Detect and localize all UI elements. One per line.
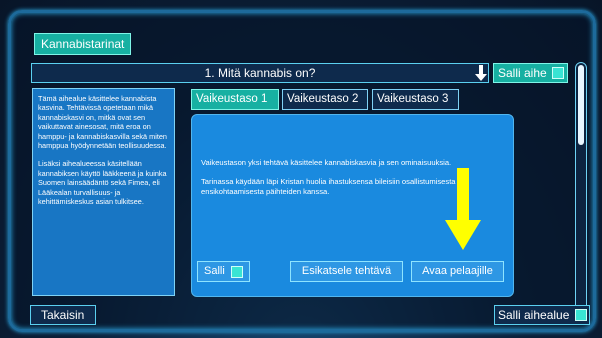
- allow-topic-checkbox[interactable]: [552, 67, 564, 79]
- allow-area-toggle[interactable]: Salli aihealue: [494, 305, 590, 325]
- level-description: Vaikeustason yksi tehtävä käsittelee kan…: [201, 158, 471, 207]
- open-for-players-button[interactable]: Avaa pelaajille: [411, 261, 504, 282]
- down-arrow-icon: [445, 168, 481, 250]
- scrollbar-thumb[interactable]: [578, 65, 584, 145]
- topic-title: 1. Mitä kannabis on?: [204, 66, 316, 80]
- tab-kannabistarinat[interactable]: Kannabistarinat: [34, 33, 132, 55]
- allow-level-button[interactable]: Salli: [197, 261, 250, 282]
- level-description-p2: Tarinassa käydään läpi Kristan huolia ih…: [201, 177, 464, 197]
- tab-level-3[interactable]: Vaikeustaso 3: [372, 89, 459, 110]
- allow-area-checkbox[interactable]: [575, 309, 587, 321]
- download-arrow-icon[interactable]: [474, 63, 488, 83]
- preview-task-button[interactable]: Esikatsele tehtävä: [290, 261, 403, 282]
- allow-level-label: Salli: [204, 265, 225, 277]
- level-description-p1: Vaikeustason yksi tehtävä käsittelee kan…: [201, 158, 452, 167]
- allow-area-label: Salli aihealue: [498, 308, 570, 322]
- topic-description-p2: Lisäksi aihealueessa käsitellään kannabi…: [38, 159, 167, 207]
- topic-description-p1: Tämä aihealue käsittelee kannabista kasv…: [38, 94, 167, 151]
- back-button[interactable]: Takaisin: [30, 305, 96, 325]
- topic-title-dropdown[interactable]: 1. Mitä kannabis on?: [31, 63, 489, 83]
- topic-description-panel: Tämä aihealue käsittelee kannabista kasv…: [32, 88, 175, 296]
- tab-level-2[interactable]: Vaikeustaso 2: [282, 89, 368, 110]
- allow-topic-label: Salli aihe: [498, 66, 547, 80]
- scrollbar[interactable]: [575, 62, 587, 314]
- allow-topic-toggle[interactable]: Salli aihe: [493, 63, 568, 83]
- tab-level-1[interactable]: Vaikeustaso 1: [191, 89, 279, 110]
- allow-level-checkbox[interactable]: [231, 266, 243, 278]
